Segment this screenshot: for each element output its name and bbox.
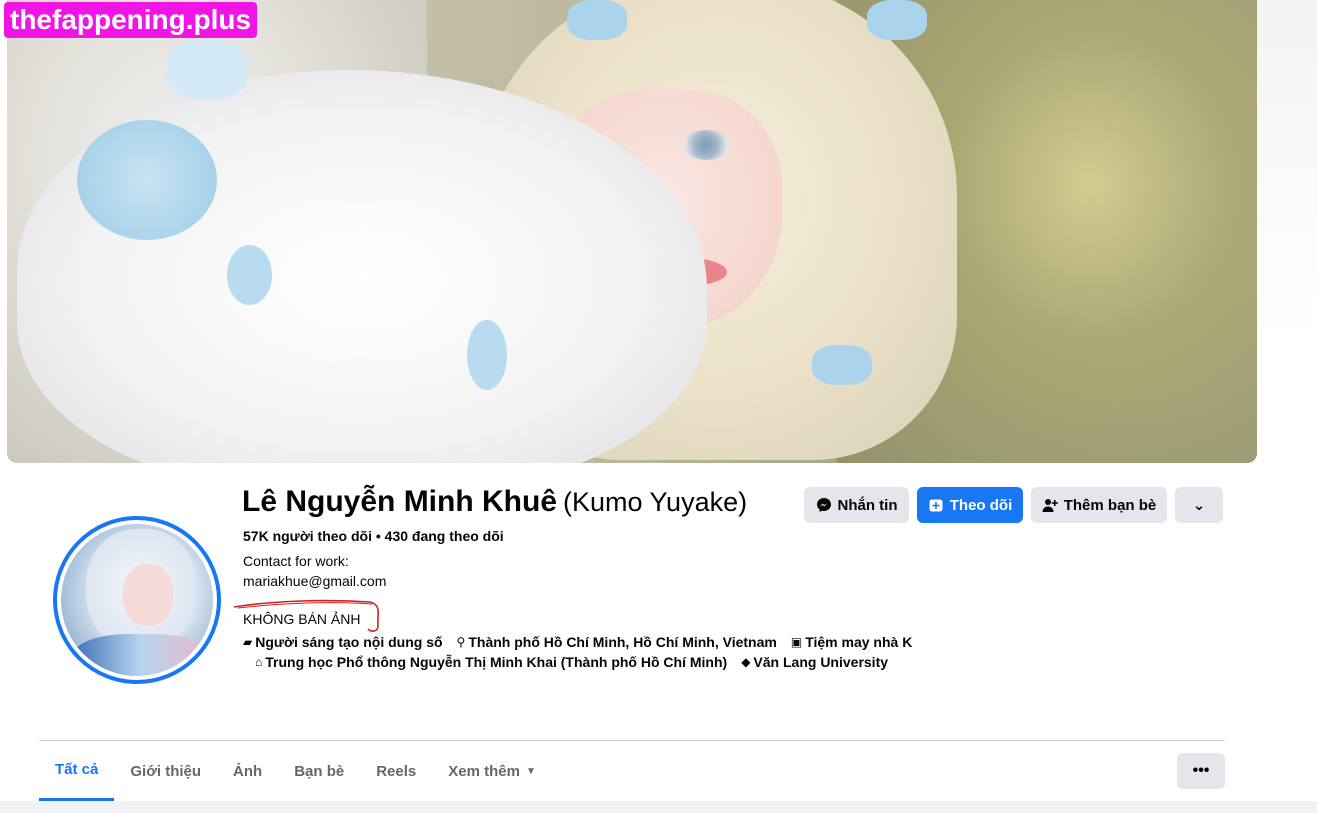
profile-details-row: ▰ Người sáng tạo nội dung số ⚲ Thành phố… (243, 634, 912, 650)
location-pin-icon: ⚲ (456, 635, 466, 649)
detail-text: Văn Lang University (753, 654, 889, 670)
profile-alias: (Kumo Yuyake) (563, 487, 748, 517)
tab-label: Reels (376, 762, 417, 780)
tabs-more-button[interactable]: ••• (1177, 753, 1225, 789)
tab-see-more[interactable]: Xem thêm ▼ (432, 741, 552, 801)
detail-text: Người sáng tạo nội dung số (255, 634, 443, 650)
detail-text: Tiệm may nhà K (805, 634, 913, 650)
cover-bow (812, 345, 872, 385)
shop-icon: ▣ (790, 635, 803, 649)
cover-plush-ear (77, 120, 217, 240)
tab-all[interactable]: Tất cả (39, 741, 115, 801)
profile-name: Lê Nguyễn Minh Khuê (Kumo Yuyake) (242, 485, 747, 519)
profile-details-row: ⌂ Trung học Phổ thông Nguyễn Thị Minh Kh… (255, 654, 888, 670)
follow-icon (929, 499, 943, 512)
more-options-button[interactable]: ⌄ (1175, 487, 1223, 523)
detail-location[interactable]: ⚲ Thành phố Hồ Chí Minh, Hồ Chí Minh, Vi… (457, 634, 777, 650)
avatar-image (61, 524, 213, 676)
cover-bow (867, 0, 927, 40)
avatar-outfit (71, 634, 211, 676)
profile-avatar[interactable] (53, 516, 221, 684)
messenger-icon (816, 498, 831, 512)
detail-text: Trung học Phổ thông Nguyễn Thị Minh Khai… (265, 654, 728, 670)
cover-plush-eye (467, 320, 507, 390)
briefcase-icon: ▰ (243, 635, 253, 649)
add-friend-label: Thêm bạn bè (1063, 496, 1157, 514)
cover-photo[interactable] (7, 0, 1257, 463)
tab-label: Ảnh (233, 762, 263, 780)
cover-bow (167, 40, 247, 100)
add-friend-icon (1042, 499, 1058, 512)
detail-university[interactable]: ◆ Văn Lang University (741, 654, 888, 670)
cover-plush-eye (227, 245, 272, 305)
school-icon: ⌂ (255, 655, 263, 669)
caret-down-icon: ▼ (525, 765, 536, 777)
follower-stats[interactable]: 57K người theo dõi • 430 đang theo dõi (243, 528, 504, 544)
add-friend-button[interactable]: Thêm bạn bè (1031, 487, 1167, 523)
bio-line: Contact for work: (243, 553, 349, 569)
tab-about[interactable]: Giới thiệu (114, 741, 217, 801)
tab-friends[interactable]: Bạn bè (278, 741, 360, 801)
bio: Contact for work: mariakhue@gmail.com (243, 551, 386, 591)
tab-photos[interactable]: Ảnh (217, 741, 278, 801)
tab-label: Tất cả (55, 761, 99, 778)
page-background (0, 801, 1317, 813)
follow-button[interactable]: Theo dõi (917, 487, 1023, 523)
page-edge (1257, 0, 1317, 340)
chevron-down-icon: ⌄ (1192, 497, 1206, 514)
bio-email: mariakhue@gmail.com (243, 573, 387, 589)
detail-workplace[interactable]: ▣ Tiệm may nhà K (791, 634, 912, 650)
watermark: thefappening.plus (4, 2, 258, 38)
detail-category[interactable]: ▰ Người sáng tạo nội dung số (243, 634, 443, 650)
detail-high-school[interactable]: ⌂ Trung học Phổ thông Nguyễn Thị Minh Kh… (255, 654, 727, 670)
bio-note: KHÔNG BÁN ẢNH (243, 611, 361, 627)
tab-label: Bạn bè (294, 762, 345, 780)
message-label: Nhắn tin (837, 496, 898, 514)
follow-label: Theo dõi (949, 496, 1013, 514)
tab-reels[interactable]: Reels (360, 741, 432, 801)
tab-label: Giới thiệu (130, 762, 202, 780)
avatar-face (123, 564, 173, 626)
cover-bow (567, 0, 627, 40)
profile-name-text: Lê Nguyễn Minh Khuê (242, 485, 557, 518)
detail-text: Thành phố Hồ Chí Minh, Hồ Chí Minh, Viet… (468, 634, 777, 650)
message-button[interactable]: Nhắn tin (804, 487, 909, 523)
graduation-cap-icon: ◆ (741, 655, 751, 669)
cover-eye-right (682, 130, 730, 160)
tab-label: Xem thêm (448, 762, 520, 780)
ellipsis-icon: ••• (1192, 762, 1210, 779)
profile-tabs: Tất cả Giới thiệu Ảnh Bạn bè Reels Xem t… (39, 741, 552, 801)
